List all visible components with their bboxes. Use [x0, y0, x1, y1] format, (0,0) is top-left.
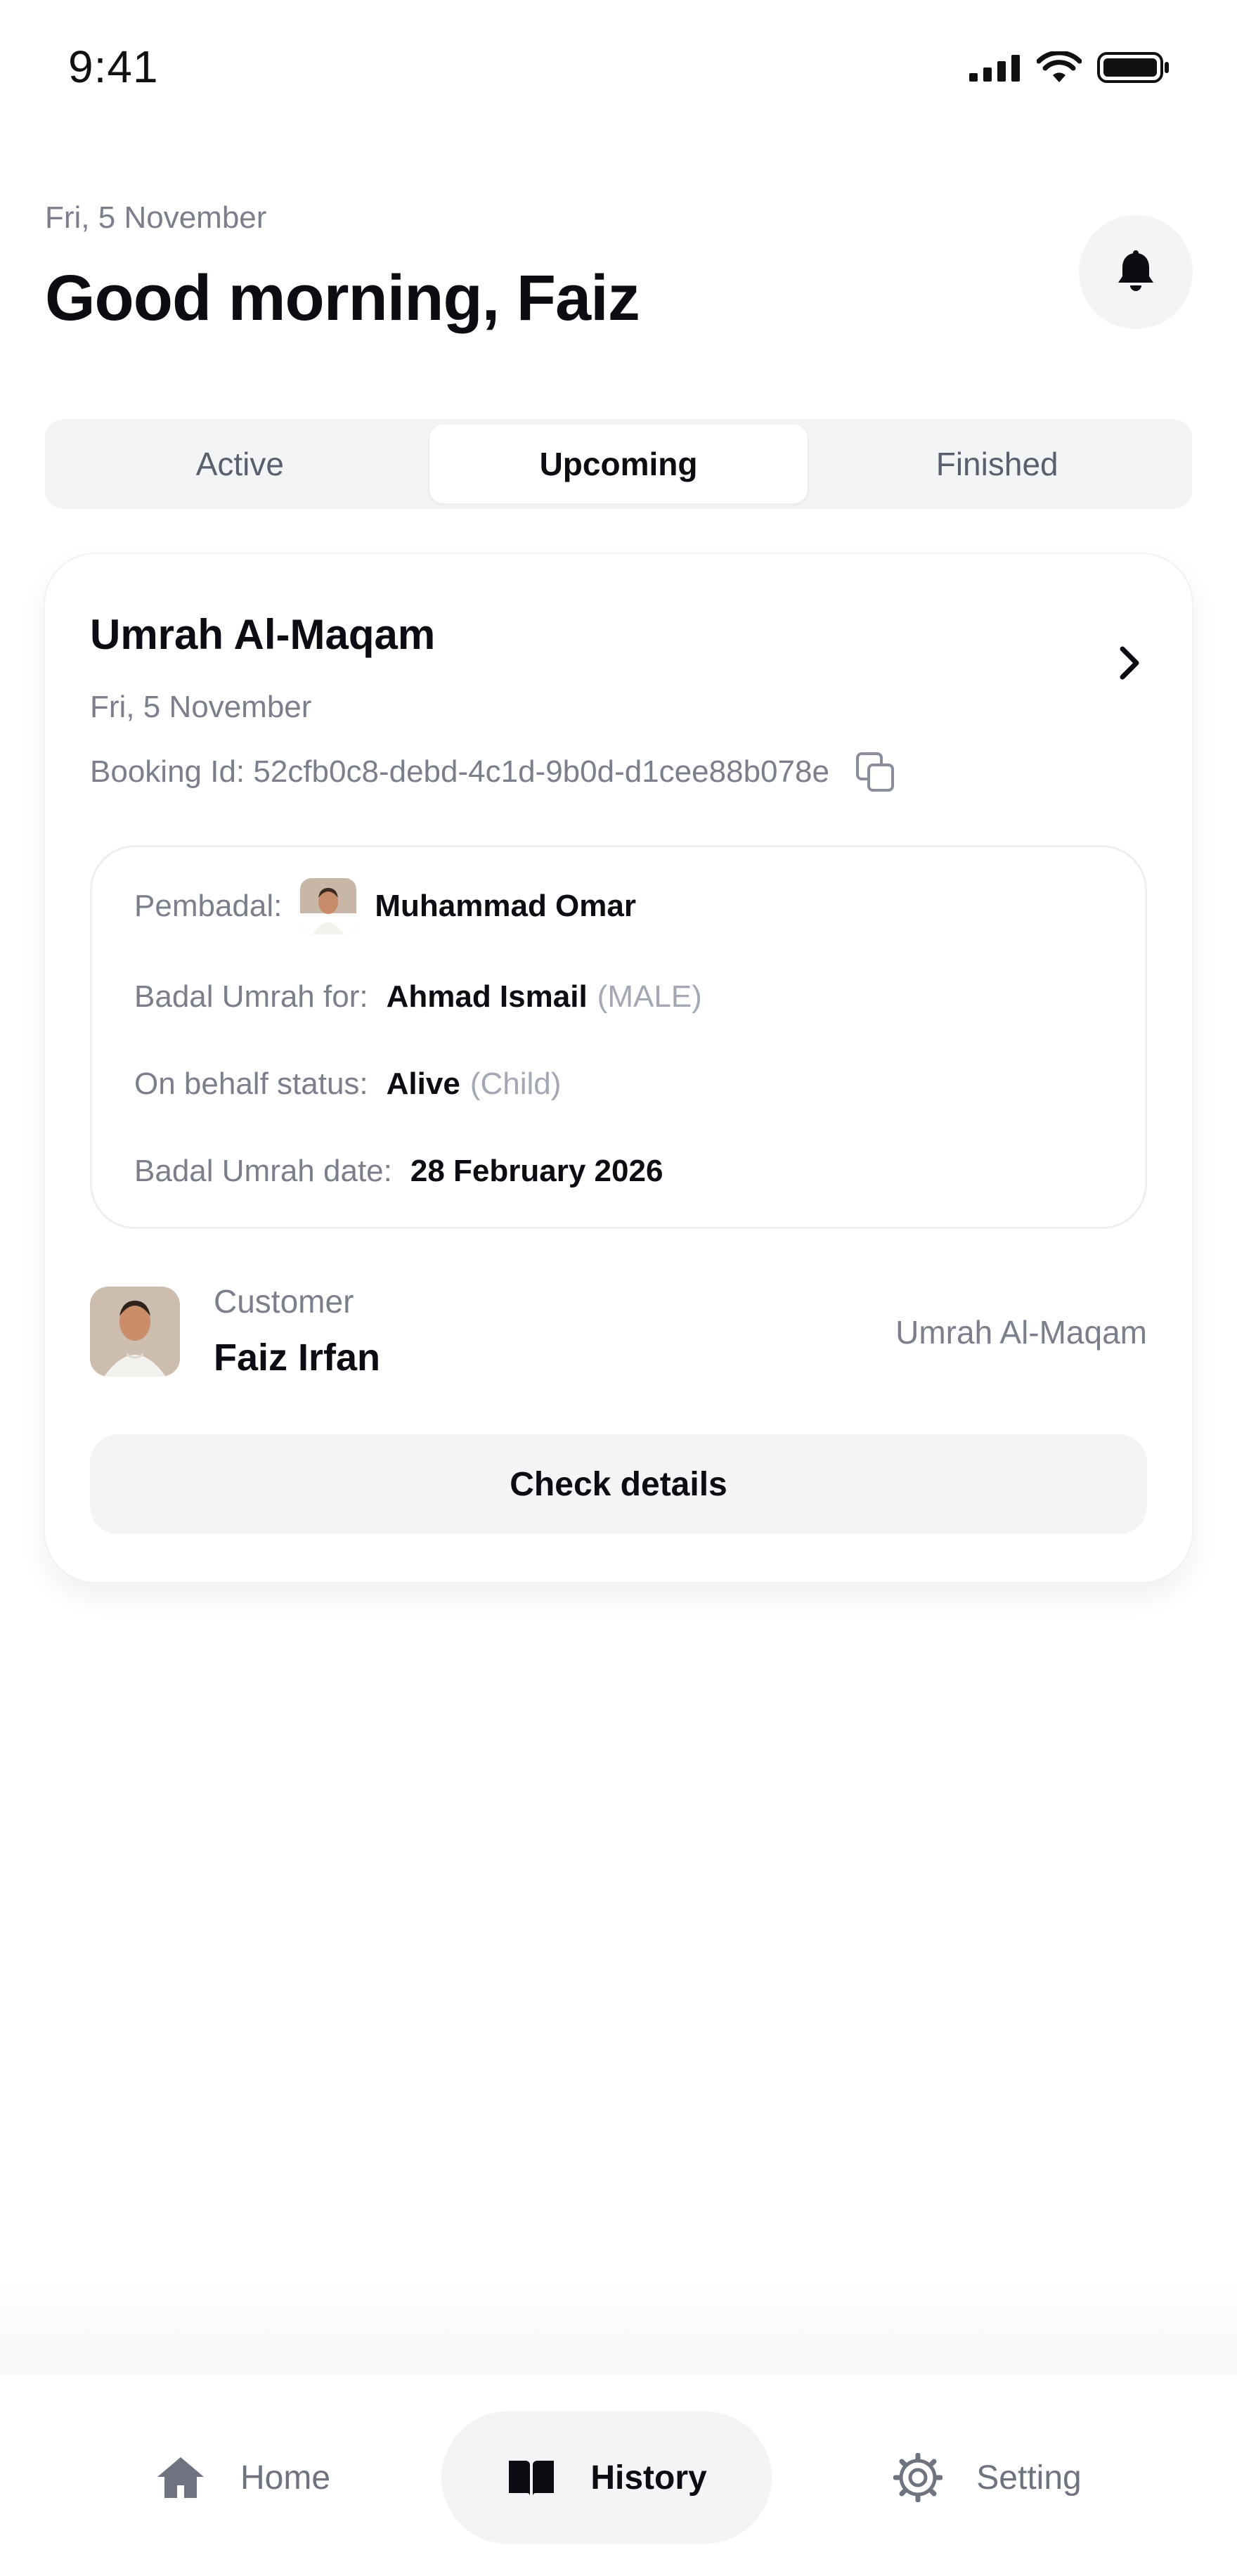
check-details-button[interactable]: Check details [90, 1434, 1147, 1534]
gear-icon [893, 2453, 943, 2502]
bell-icon [1118, 250, 1153, 291]
badal-for-label: Badal Umrah for: [134, 979, 368, 1014]
booking-status-tabs: Active Upcoming Finished [45, 419, 1192, 509]
nav-home[interactable]: Home [141, 2411, 344, 2544]
nav-history-label: History [590, 2459, 707, 2497]
status-icons [969, 51, 1170, 84]
nav-fade [0, 2278, 1237, 2376]
badal-date-value: 28 February 2026 [410, 1154, 663, 1188]
customer-package: Umrah Al-Maqam [895, 1314, 1147, 1351]
notifications-button[interactable] [1079, 215, 1193, 329]
customer-name: Faiz Irfan [214, 1337, 381, 1379]
nav-history[interactable]: History [441, 2411, 772, 2544]
wifi-icon [1037, 51, 1082, 82]
badal-for-gender: (MALE) [597, 979, 702, 1014]
app-screen: 9:41 Fri, 5 November Good morning, Faiz [0, 0, 1237, 2576]
status-bar: 9:41 [0, 0, 1237, 134]
battery-icon [1097, 52, 1169, 83]
booking-title: Umrah Al-Maqam [90, 611, 436, 658]
booking-id: Booking Id: 52cfb0c8-debd-4c1d-9b0d-d1ce… [90, 754, 829, 789]
chevron-right-icon [1120, 646, 1139, 680]
pembadal-label: Pembadal: [134, 889, 283, 923]
badal-date-row: Badal Umrah date: 28 February 2026 [134, 1154, 663, 1189]
badal-for-name: Ahmad Ismail [386, 979, 588, 1014]
behalf-status-value: Alive [386, 1067, 460, 1101]
pembadal-name: Muhammad Omar [375, 889, 636, 923]
home-icon [157, 2457, 204, 2498]
cellular-signal-icon [969, 55, 1020, 82]
status-time: 9:41 [68, 41, 159, 92]
greeting-title: Good morning, Faiz [45, 262, 640, 334]
customer-avatar [90, 1287, 180, 1377]
copy-icon[interactable] [855, 751, 897, 793]
booking-date: Fri, 5 November [90, 690, 312, 724]
header-date: Fri, 5 November [45, 200, 267, 235]
pembadal-row: Pembadal: Muhammad Omar [134, 878, 636, 934]
badal-date-label: Badal Umrah date: [134, 1154, 392, 1188]
nav-setting[interactable]: Setting [879, 2411, 1096, 2544]
behalf-status-relation: (Child) [469, 1067, 562, 1101]
book-icon [509, 2461, 555, 2496]
behalf-status-row: On behalf status: Alive (Child) [134, 1067, 561, 1102]
booking-card[interactable]: Umrah Al-Maqam Fri, 5 November Booking I… [45, 554, 1192, 1582]
customer-label: Customer [214, 1283, 354, 1320]
tab-finished[interactable]: Finished [808, 425, 1186, 503]
nav-home-label: Home [240, 2459, 331, 2497]
pembadal-avatar [300, 878, 357, 934]
badal-details-box: Pembadal: Muhammad Omar Badal Umrah for:… [90, 845, 1147, 1229]
open-booking-button[interactable] [1119, 645, 1140, 684]
tab-upcoming[interactable]: Upcoming [429, 425, 808, 503]
badal-for-row: Badal Umrah for: Ahmad Ismail (MALE) [134, 979, 702, 1015]
tab-active[interactable]: Active [51, 425, 429, 503]
nav-setting-label: Setting [976, 2459, 1082, 2497]
behalf-status-label: On behalf status: [134, 1067, 368, 1101]
booking-id-row: Booking Id: 52cfb0c8-debd-4c1d-9b0d-d1ce… [90, 751, 897, 793]
bottom-nav: Home History Setting [0, 2375, 1237, 2576]
